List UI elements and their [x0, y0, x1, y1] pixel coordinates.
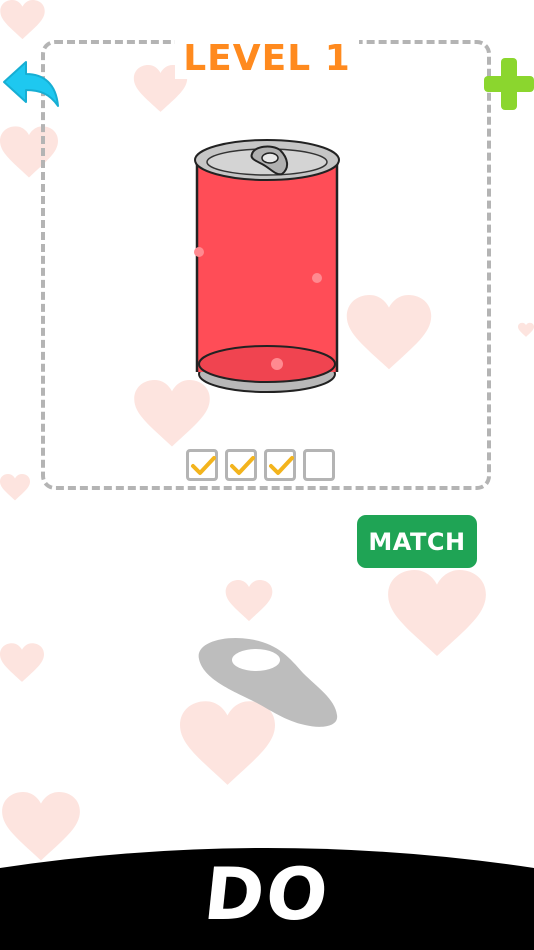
plus-icon[interactable] — [484, 56, 534, 112]
level-title-text: LEVEL 1 — [175, 38, 359, 79]
checkmark-icon — [230, 456, 255, 475]
heart-decoration — [518, 322, 534, 337]
checkmark-icon — [269, 456, 294, 475]
heart-decoration — [225, 580, 273, 622]
draggable-can-tab-piece[interactable] — [193, 635, 341, 730]
back-arrow-icon[interactable] — [0, 56, 62, 110]
heart-decoration — [388, 570, 486, 657]
match-button[interactable]: MATCH — [357, 515, 477, 568]
progress-slot-completed — [264, 449, 296, 481]
heart-decoration — [0, 643, 44, 682]
progress-slot-completed — [186, 449, 218, 481]
bottom-word: DO — [200, 852, 334, 936]
progress-slot-empty — [303, 449, 335, 481]
heart-decoration — [0, 0, 45, 40]
level-title: LEVEL 1 — [0, 38, 534, 79]
checkmark-icon — [191, 456, 216, 475]
progress-slot-completed — [225, 449, 257, 481]
progress-checkboxes — [186, 449, 335, 481]
heart-decoration — [0, 474, 30, 501]
soda-can-target — [194, 139, 340, 393]
